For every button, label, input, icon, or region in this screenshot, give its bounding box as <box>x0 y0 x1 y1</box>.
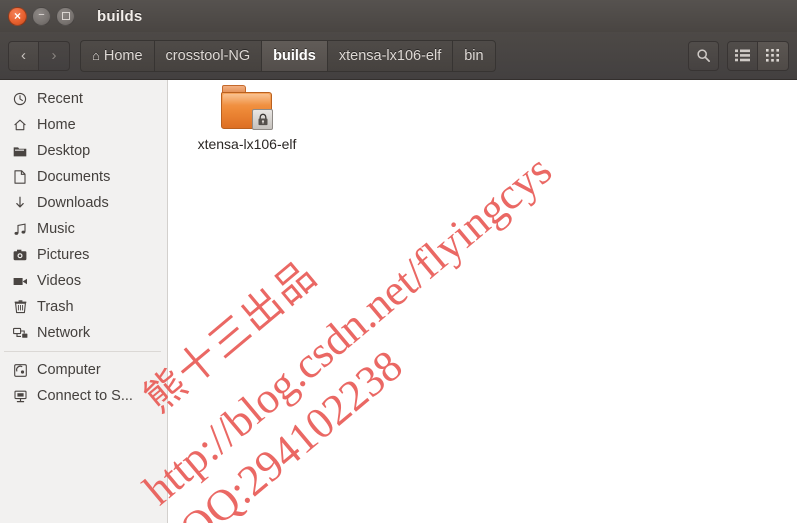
sidebar-item-network[interactable]: Network <box>0 320 167 346</box>
clock-icon <box>10 92 30 106</box>
title-bar: × − builds <box>0 0 797 33</box>
document-icon <box>10 170 30 184</box>
breadcrumb-label: Home <box>103 47 143 64</box>
computer-icon <box>10 363 30 377</box>
minimize-button[interactable]: − <box>32 6 51 26</box>
minimize-icon: − <box>38 9 45 21</box>
connect-server-icon <box>10 390 30 403</box>
close-icon: × <box>13 8 21 23</box>
breadcrumb-label: xtensa-lx106-elf <box>338 47 442 64</box>
sidebar-item-label: Documents <box>37 169 111 185</box>
sidebar-separator <box>4 351 161 352</box>
sidebar-item-documents[interactable]: Documents <box>0 164 167 190</box>
chevron-left-icon: ‹ <box>21 47 26 64</box>
sidebar-item-label: Recent <box>37 91 83 107</box>
sidebar-item-computer[interactable]: Computer <box>0 357 167 383</box>
sidebar-item-label: Videos <box>37 273 82 289</box>
file-item-label: xtensa-lx106-elf <box>197 136 297 152</box>
list-view-button[interactable] <box>727 40 758 71</box>
sidebar-item-label: Downloads <box>37 195 109 211</box>
close-button[interactable]: × <box>8 6 27 26</box>
video-camera-icon <box>10 276 30 287</box>
window-title: builds <box>97 7 143 25</box>
forward-button[interactable]: › <box>39 40 70 71</box>
navigation-buttons: ‹ › <box>8 40 70 71</box>
search-button[interactable] <box>688 40 719 71</box>
network-icon <box>10 327 30 340</box>
sidebar-item-label: Desktop <box>37 143 91 159</box>
sidebar-item-home[interactable]: Home <box>0 112 167 138</box>
icon-view-icon <box>766 49 779 62</box>
sidebar-item-connect-to-server[interactable]: Connect to S... <box>0 383 167 409</box>
download-arrow-icon <box>10 196 30 210</box>
maximize-icon <box>61 12 70 20</box>
sidebar-item-desktop[interactable]: Desktop <box>0 138 167 164</box>
camera-icon <box>10 249 30 261</box>
breadcrumb-label: builds <box>273 47 316 64</box>
sidebar-item-label: Network <box>37 325 91 341</box>
folder-icon <box>220 85 274 131</box>
sidebar-item-music[interactable]: Music <box>0 216 167 242</box>
back-button[interactable]: ‹ <box>8 40 39 71</box>
toolbar-actions <box>688 40 789 71</box>
sidebar-item-label: Computer <box>37 362 101 378</box>
sidebar-item-label: Music <box>37 221 75 237</box>
list-view-icon <box>735 49 750 62</box>
toolbar: ‹ › ⌂ Home crosstool-NG builds xtensa-lx… <box>0 32 797 80</box>
sidebar-item-label: Trash <box>37 299 74 315</box>
sidebar-item-videos[interactable]: Videos <box>0 268 167 294</box>
view-mode-group <box>727 40 789 71</box>
search-icon <box>697 49 710 62</box>
breadcrumb-item-crosstool-ng[interactable]: crosstool-NG <box>153 39 262 72</box>
breadcrumb-item-bin[interactable]: bin <box>452 39 496 72</box>
sidebar-item-label: Connect to S... <box>37 388 133 404</box>
desktop-folder-icon <box>10 145 30 158</box>
body: Recent Home Desktop Documents Downloads … <box>0 80 797 523</box>
breadcrumb-item-builds[interactable]: builds <box>261 39 327 72</box>
maximize-button[interactable] <box>56 6 75 26</box>
icon-view-button[interactable] <box>758 40 789 71</box>
window-controls: × − <box>8 6 75 26</box>
sidebar-item-trash[interactable]: Trash <box>0 294 167 320</box>
sidebar-item-label: Pictures <box>37 247 90 263</box>
breadcrumb-label: crosstool-NG <box>165 47 251 64</box>
music-note-icon <box>10 222 30 236</box>
file-list-area[interactable]: xtensa-lx106-elf <box>168 80 797 523</box>
home-icon: ⌂ <box>92 48 100 63</box>
home-icon <box>10 118 30 132</box>
sidebar-item-label: Home <box>37 117 76 133</box>
breadcrumb-item-xtensa-lx106-elf[interactable]: xtensa-lx106-elf <box>326 39 453 72</box>
lock-icon <box>252 109 273 130</box>
sidebar-item-pictures[interactable]: Pictures <box>0 242 167 268</box>
breadcrumb: ⌂ Home crosstool-NG builds xtensa-lx106-… <box>80 39 496 72</box>
sidebar-item-downloads[interactable]: Downloads <box>0 190 167 216</box>
breadcrumb-label: bin <box>464 47 484 64</box>
chevron-right-icon: › <box>51 47 57 64</box>
trash-icon <box>10 300 30 314</box>
sidebar-item-recent[interactable]: Recent <box>0 86 167 112</box>
file-manager-window: × − builds ‹ › ⌂ Home crosstool-NG build… <box>0 0 797 523</box>
file-item-xtensa-lx106-elf[interactable]: xtensa-lx106-elf <box>188 85 306 153</box>
breadcrumb-item-home[interactable]: ⌂ Home <box>80 39 154 72</box>
sidebar: Recent Home Desktop Documents Downloads … <box>0 80 168 523</box>
